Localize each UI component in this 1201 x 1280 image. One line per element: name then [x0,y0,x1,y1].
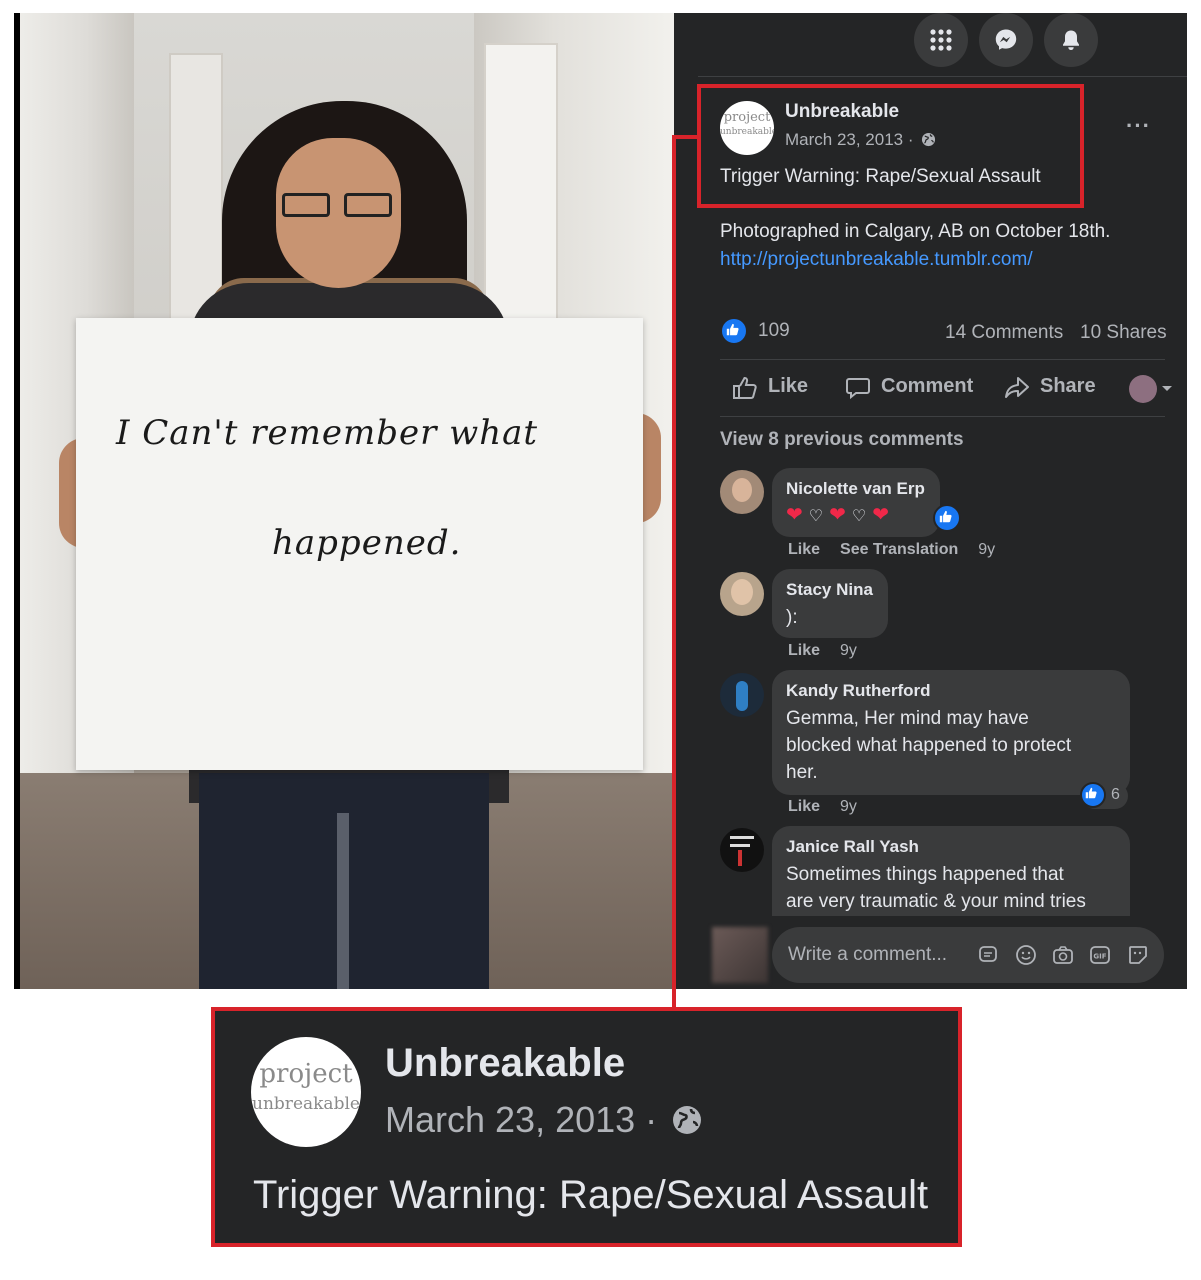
heart-icon: ❤ [872,504,889,526]
view-previous-comments-link[interactable]: View 8 previous comments [720,429,964,451]
top-bar [698,13,1187,77]
notifications-button[interactable] [1044,13,1098,67]
connector-line [672,135,676,1009]
post-link[interactable]: http://projectunbreakable.tumblr.com/ [720,249,1033,271]
heart-icon: ❤ [829,504,846,526]
sticker-comment-icon [979,946,997,962]
comment-bubble: Stacy Nina ): [772,569,888,638]
commenter-avatar[interactable] [720,828,764,872]
comments-count[interactable]: 14 Comments [945,322,1063,344]
heart-outline-icon: ♡ [851,508,867,525]
comment-text: ): [786,607,798,628]
comment-like-reaction-icon[interactable] [933,504,961,532]
divider [720,416,1165,417]
grid-icon [930,29,952,51]
photo-legs [199,773,489,989]
like-reaction-icon[interactable] [720,317,748,345]
gif-icon: GIF [1090,946,1110,964]
photo-left-edge [14,13,20,989]
more-options-button[interactable]: ··· [1126,113,1151,139]
commenter-avatar[interactable] [720,673,764,717]
reaction-count[interactable]: 109 [758,320,790,342]
sign-text-line2: happened. [272,523,462,563]
camera-icon [1053,946,1073,964]
messenger-button[interactable] [979,13,1033,67]
post-body-text: Photographed in Calgary, AB on October 1… [720,221,1111,242]
commenter-avatar[interactable] [720,572,764,616]
comment-author[interactable]: Kandy Rutherford [786,680,1116,702]
comment-author[interactable]: Stacy Nina [786,579,874,601]
current-user-avatar [712,927,768,983]
comment-text: Gemma, Her mind may have blocked what ha… [786,708,1072,783]
comment-author[interactable]: Nicolette van Erp [786,478,926,500]
bell-icon [1063,30,1079,50]
chevron-down-icon [1162,386,1172,391]
emoji-icon [1016,945,1036,965]
comment-reaction-count: 6 [1111,786,1120,803]
comment-icon [846,378,870,400]
messenger-icon [995,29,1017,50]
comment-actions: Like 9y [788,642,877,660]
comment-actions: Like 9y [788,798,877,816]
photo-glasses [282,193,394,217]
shares-count[interactable]: 10 Shares [1080,322,1167,344]
post-photo[interactable]: I Can't remember what happened. [14,13,674,989]
heart-emoji-row: ❤ ♡ ❤ ♡ ❤ [786,504,926,528]
comment-like-link[interactable]: Like [788,798,820,815]
divider [720,359,1165,360]
comment-timestamp[interactable]: 9y [840,798,857,815]
sign-text-line1: I Can't remember what [116,413,539,453]
comment-like-link[interactable]: Like [788,541,820,558]
sticker-icon [1129,946,1147,964]
heart-outline-icon: ♡ [808,508,824,525]
comment-timestamp[interactable]: 9y [840,642,857,659]
comment-bubble: Kandy Rutherford Gemma, Her mind may hav… [772,670,1130,795]
comment-timestamp[interactable]: 9y [978,541,995,558]
share-icon [1005,377,1029,398]
heart-icon: ❤ [786,504,803,526]
comment-like-link[interactable]: Like [788,642,820,659]
menu-grid-button[interactable] [914,13,968,67]
comment-text: Sometimes things happened that are very … [786,864,1086,912]
see-translation-link[interactable]: See Translation [840,541,958,558]
comment-reaction-summary[interactable]: 6 [1080,782,1128,809]
like-reaction-icon [1080,782,1106,808]
svg-text:GIF: GIF [1093,953,1106,961]
thumbs-up-icon [733,376,757,399]
audience-selector-avatar[interactable] [1129,375,1157,403]
comment-input[interactable]: Write a comment... GIF [772,927,1164,983]
commenter-avatar[interactable] [720,470,764,514]
comment-bubble: Janice Rall Yash Sometimes things happen… [772,826,1130,926]
comment-actions: Like See Translation 9y [788,541,1015,559]
highlight-box [697,84,1084,208]
zoom-highlight-box [211,1007,962,1247]
comment-author[interactable]: Janice Rall Yash [786,836,1116,858]
comment-bubble: Nicolette van Erp ❤ ♡ ❤ ♡ ❤ [772,468,940,537]
